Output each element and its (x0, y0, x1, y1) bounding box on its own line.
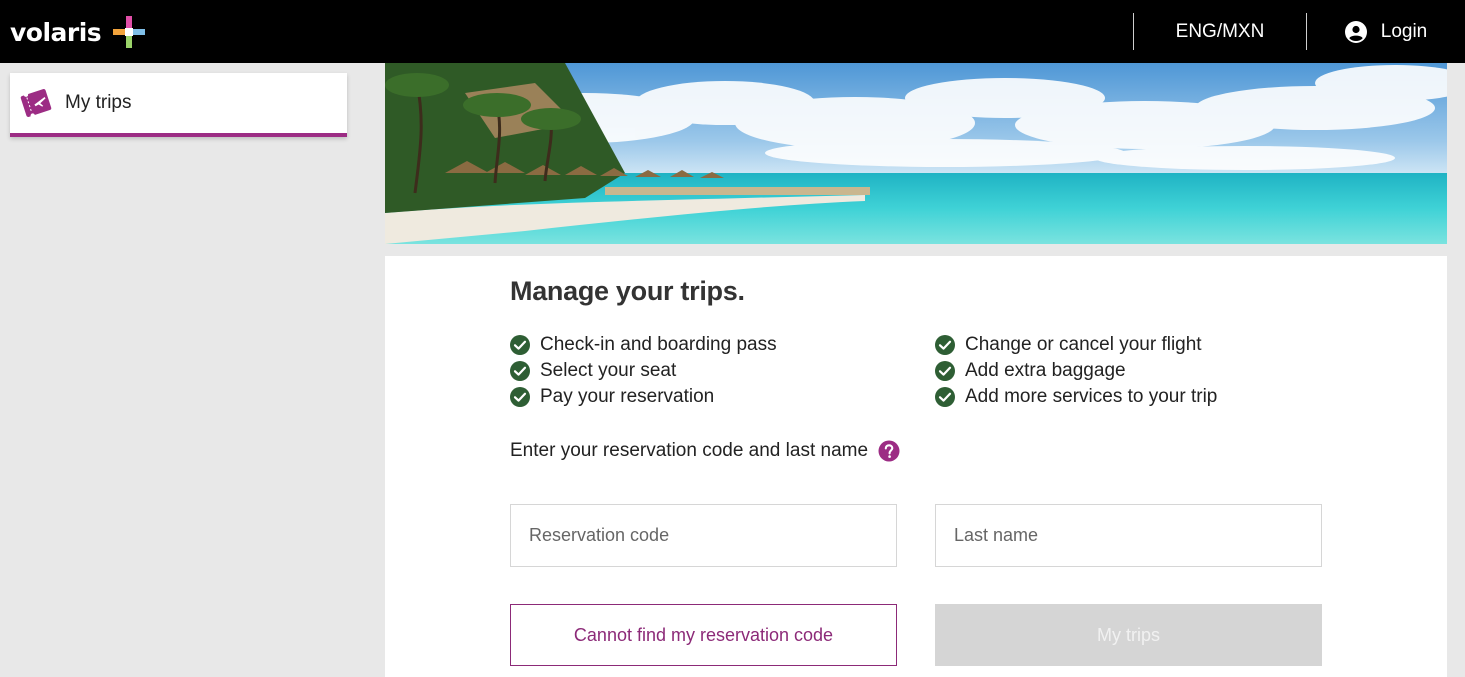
my-trips-submit-button[interactable]: My trips (935, 604, 1322, 666)
reservation-code-input[interactable] (510, 504, 897, 567)
page-title: Manage your trips. (510, 276, 745, 306)
feature-label: Pay your reservation (540, 386, 715, 407)
prompt-text: Enter your reservation code and last nam… (510, 440, 869, 461)
cannot-find-reservation-button[interactable]: Cannot find my reservation code (510, 604, 897, 666)
user-account-icon (1344, 20, 1367, 43)
last-name-input[interactable] (935, 504, 1322, 567)
feature-label: Select your seat (540, 360, 677, 381)
manage-trips-card: Manage your trips. Check-in and boarding… (385, 256, 1447, 677)
check-circle-icon (935, 361, 955, 381)
reservation-prompt: Enter your reservation code and last nam… (510, 440, 900, 462)
feature-label: Check-in and boarding pass (540, 334, 777, 355)
check-circle-icon (510, 335, 530, 355)
feature-label: Add more services to your trip (965, 386, 1218, 407)
beach-banner-image (385, 63, 1447, 244)
language-currency-selector[interactable]: ENG/MXN (1134, 0, 1306, 63)
volaris-logo[interactable]: volaris (10, 14, 147, 50)
login-label: Login (1380, 20, 1428, 42)
check-circle-icon (510, 387, 530, 407)
ticket-plane-icon (20, 89, 52, 118)
feature-item: Check-in and boarding pass (510, 332, 777, 358)
feature-label: Add extra baggage (965, 360, 1126, 381)
top-navigation-bar: volaris ENG/MXN Login (0, 0, 1465, 63)
logo-text: volaris (10, 17, 102, 47)
feature-item: Pay your reservation (510, 384, 714, 410)
check-circle-icon (510, 361, 530, 381)
feature-item: Change or cancel your flight (935, 332, 1202, 358)
logo-plus-icon (113, 16, 146, 48)
login-button[interactable]: Login (1307, 0, 1465, 63)
feature-label: Change or cancel your flight (965, 334, 1202, 355)
check-circle-icon (935, 335, 955, 355)
feature-item: Add extra baggage (935, 358, 1126, 384)
sidebar-item-label: My trips (65, 92, 132, 113)
feature-item: Select your seat (510, 358, 676, 384)
help-question-icon[interactable] (878, 440, 900, 462)
feature-item: Add more services to your trip (935, 384, 1217, 410)
sidebar-item-my-trips[interactable]: My trips (10, 73, 347, 137)
check-circle-icon (935, 387, 955, 407)
